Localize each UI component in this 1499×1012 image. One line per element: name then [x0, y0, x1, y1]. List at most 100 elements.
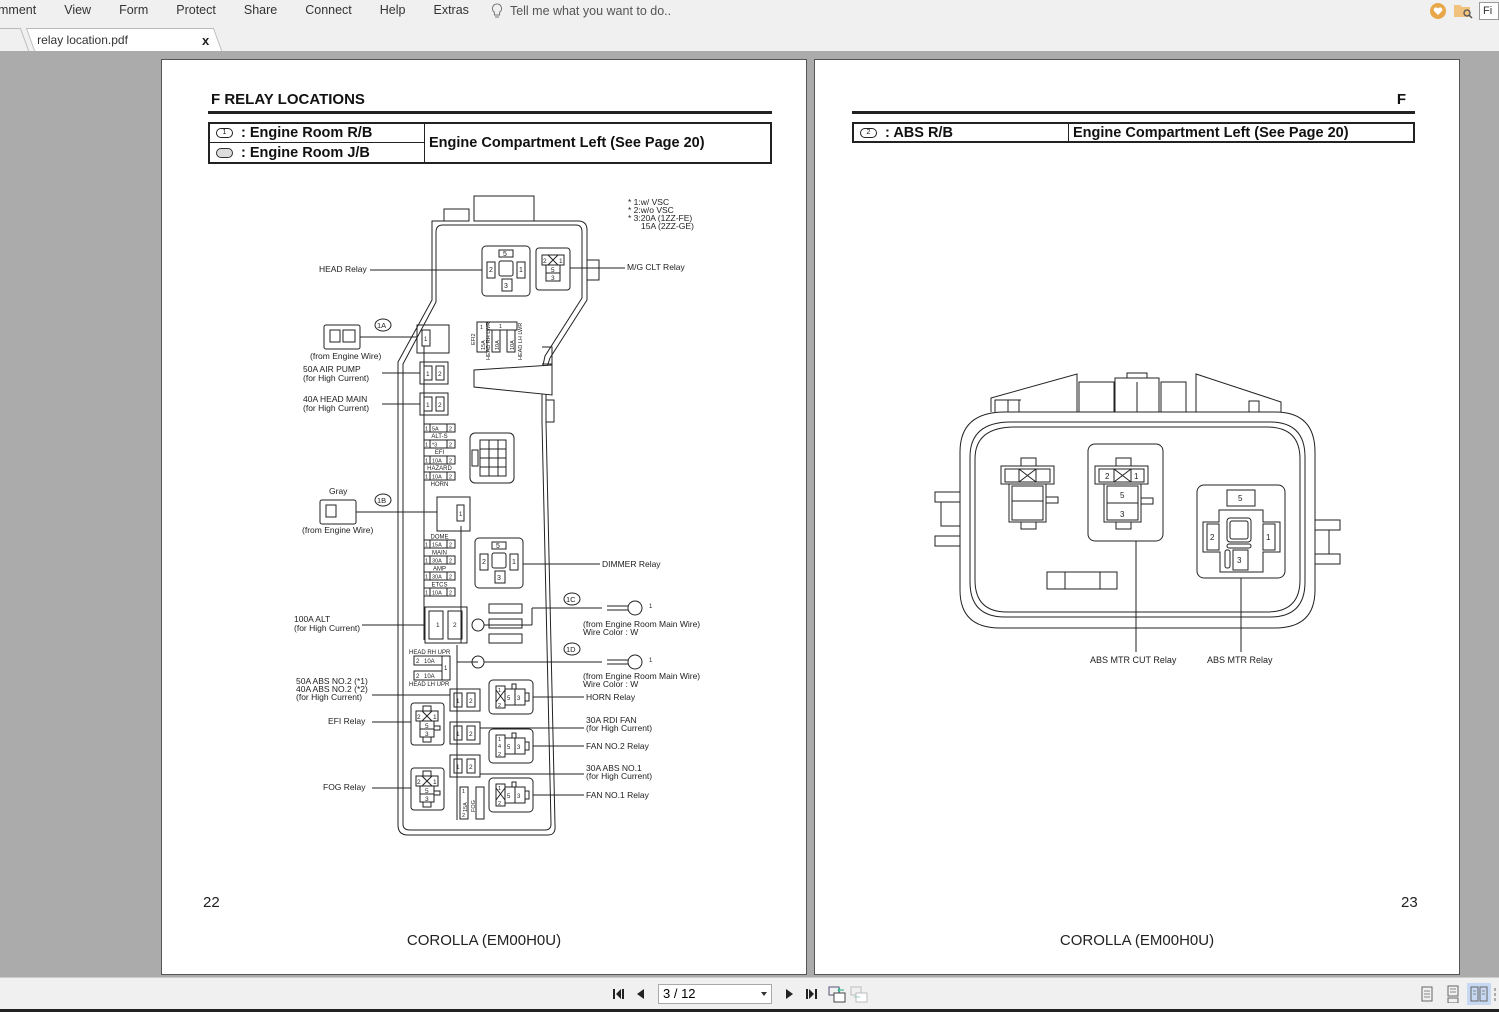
svg-text:2: 2 — [469, 698, 473, 705]
svg-text:1: 1 — [424, 337, 428, 343]
tab-previous[interactable] — [0, 28, 30, 51]
menu-connect[interactable]: Connect — [291, 0, 366, 22]
facing-pages-icon — [1470, 986, 1488, 1002]
dimmer-relay: 5 2 1 3 — [474, 537, 524, 589]
previous-page-icon — [637, 989, 644, 999]
svg-text:2: 2 — [449, 543, 452, 549]
menu-protect[interactable]: Protect — [162, 0, 230, 22]
svg-text:1: 1 — [649, 604, 653, 610]
svg-text:2: 2 — [449, 459, 452, 465]
svg-text:1: 1 — [425, 459, 428, 465]
fuse-name: EFI — [435, 450, 445, 456]
continuous-page-icon — [1447, 985, 1459, 1003]
air-pump-sub: (for High Current) — [303, 373, 369, 383]
menu-form[interactable]: Form — [105, 0, 162, 22]
top-fuse-block: 11 EFI2 15A HEAD RH LWR 10A 10A HEAD LH … — [471, 321, 524, 360]
close-tab-icon[interactable]: x — [202, 33, 209, 48]
menu-comment[interactable]: mment — [0, 0, 50, 22]
previous-view-button[interactable] — [826, 983, 848, 1005]
page-display: 3 / 12 — [663, 986, 696, 1001]
fuse-fog: 1 2 15A FOG — [459, 786, 485, 820]
document-viewer[interactable]: F RELAY LOCATIONS 1 : Engine Room R/B : … — [0, 51, 1499, 977]
menu-share[interactable]: Share — [230, 0, 291, 22]
svg-text:1: 1 — [456, 731, 460, 738]
svg-text:5: 5 — [425, 788, 429, 795]
page-number-input[interactable]: 3 / 12 — [658, 984, 772, 1004]
svg-text:1: 1 — [444, 666, 448, 672]
head-rh-lwr-label: HEAD RH LWR — [486, 322, 492, 360]
horn-relay-label: HORN Relay — [586, 692, 636, 702]
svg-text:1: 1 — [519, 267, 523, 274]
fuse-etcs: 1 10A 2ETCS — [423, 583, 456, 597]
fan2-relay: 14 25 3 — [488, 728, 534, 764]
head-rh-lwr-amp: 10A — [495, 340, 501, 350]
fuse-amp: 30A — [432, 575, 442, 581]
efi2-label: EFI2 — [471, 333, 477, 345]
single-page-view-button[interactable] — [1415, 983, 1439, 1005]
callout-1b: 1B — [377, 496, 386, 505]
svg-text:5: 5 — [496, 543, 500, 550]
svg-text:1: 1 — [456, 698, 460, 705]
svg-text:2: 2 — [449, 427, 452, 433]
abs-mtr-label: ABS MTR Relay — [1207, 655, 1273, 665]
page-dropdown-icon[interactable] — [761, 992, 767, 996]
last-page-icon — [806, 989, 817, 999]
last-page-button[interactable] — [800, 983, 822, 1005]
svg-text:5: 5 — [503, 251, 507, 258]
abs-mtr-cut-relay: 2 1 5 3 — [1087, 443, 1164, 542]
fuse-abs-no2: 12 — [449, 688, 481, 712]
fuse-alt-s: 1 5A 2ALT-S — [423, 423, 456, 440]
page-footer: COROLLA (EM00H0U) — [406, 932, 562, 949]
svg-text:2: 2 — [417, 779, 421, 786]
horn-relay: 1 25 3 — [488, 679, 534, 715]
svg-text:1: 1 — [425, 443, 428, 449]
svg-text:2: 2 — [449, 475, 452, 481]
next-page-button[interactable] — [778, 983, 800, 1005]
svg-text:1: 1 — [433, 779, 437, 786]
svg-text:1: 1 — [426, 371, 430, 378]
heart-icon[interactable] — [1429, 2, 1447, 20]
continuous-view-button[interactable] — [1441, 983, 1465, 1005]
svg-text:2: 2 — [482, 559, 486, 566]
previous-view-icon — [828, 986, 846, 1003]
fog-relay: 2 153 — [410, 767, 445, 811]
folder-search-icon[interactable] — [1453, 2, 1475, 20]
next-view-button[interactable] — [848, 983, 870, 1005]
next-page-icon — [786, 989, 793, 999]
continuous-facing-icon — [1494, 988, 1496, 1001]
continuous-facing-view-button[interactable] — [1493, 983, 1499, 1005]
page-footer: COROLLA (EM00H0U) — [1059, 932, 1215, 949]
fuse-amp: 10A — [432, 591, 442, 597]
svg-text:3: 3 — [517, 696, 521, 702]
callout-1a: 1A — [377, 321, 386, 330]
previous-page-button[interactable] — [630, 983, 652, 1005]
svg-text:2: 2 — [416, 659, 420, 665]
svg-text:15A: 15A — [463, 802, 469, 812]
tab-relay-location[interactable]: relay location.pdf x — [25, 28, 223, 51]
callout-1d: 1D — [566, 645, 576, 654]
fuse-name: DOME — [431, 535, 449, 541]
menu-extras[interactable]: Extras — [420, 0, 483, 22]
alt-sub: (for High Current) — [294, 623, 360, 633]
abs-rb-diagram: 2 1 5 3 5 2 1 3 ABS MTR CUT Relay ABS MTR Rela… — [934, 372, 1341, 665]
fuse-name: ETCS — [431, 583, 447, 589]
menu-help[interactable]: Help — [366, 0, 420, 22]
head-rh-upr: HEAD RH UPR — [409, 650, 451, 656]
fuse-hazard: 1 10A 2HAZARD — [423, 455, 456, 472]
svg-text:5: 5 — [1238, 494, 1243, 503]
fuse-amp: 1 30A 2AMP — [423, 567, 456, 581]
svg-text:2: 2 — [416, 674, 420, 680]
abs-mtr-cut-label: ABS MTR CUT Relay — [1090, 655, 1177, 665]
svg-text:5: 5 — [425, 723, 429, 730]
fuse-amp: 15A — [432, 543, 442, 549]
svg-text:1: 1 — [425, 475, 428, 481]
tell-me-search[interactable]: Tell me what you want to do.. — [491, 3, 671, 19]
fuse-main: 1 30A 2MAIN — [423, 551, 456, 565]
first-page-button[interactable] — [608, 983, 630, 1005]
menu-view[interactable]: View — [50, 0, 105, 22]
svg-text:2: 2 — [449, 591, 452, 597]
svg-text:1: 1 — [559, 258, 563, 265]
find-input[interactable]: Fi — [1479, 2, 1499, 20]
dimmer-relay-label: DIMMER Relay — [602, 559, 661, 569]
facing-view-button[interactable] — [1467, 983, 1491, 1005]
